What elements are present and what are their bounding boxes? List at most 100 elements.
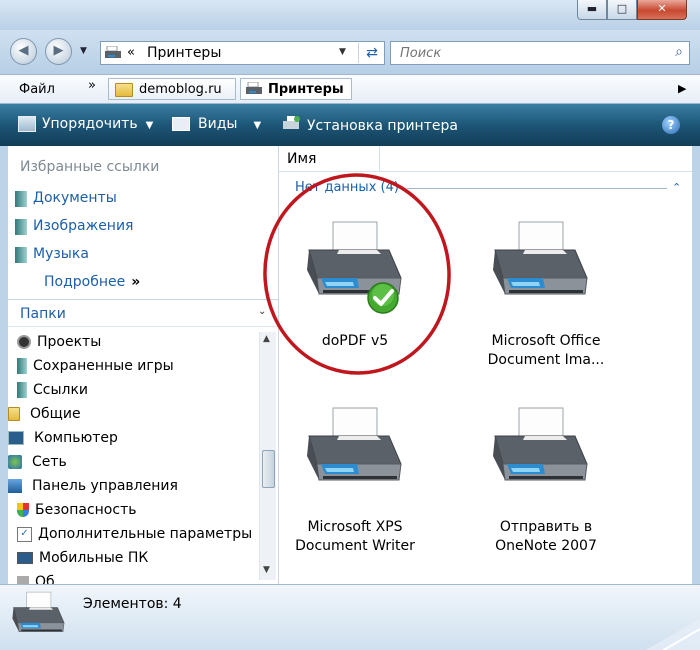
more-label: Подробнее — [44, 274, 126, 290]
tree-item-public[interactable]: Общие — [8, 406, 81, 422]
more-chevron-icon: » — [131, 274, 141, 290]
divider — [8, 326, 278, 327]
minimize-button[interactable]: ▬ — [577, 0, 607, 20]
column-header-bar: Имя — [279, 146, 692, 172]
tab-printers[interactable]: Принтеры — [240, 78, 352, 100]
group-header[interactable]: Нет данных (4) — [295, 180, 399, 195]
scroll-down-icon[interactable]: ▼ — [263, 565, 270, 575]
tree-label: Проекты — [37, 334, 102, 350]
printer-icon — [492, 221, 588, 295]
tree-item-computer[interactable]: Компьютер — [8, 430, 118, 446]
views-button[interactable]: Виды ▼ — [172, 116, 261, 132]
menu-overflow-chevron[interactable]: » — [88, 78, 96, 93]
help-button[interactable]: ? — [662, 116, 680, 134]
address-bar[interactable]: « Принтеры ▼ ⇄ — [100, 41, 385, 65]
organize-label: Упорядочить — [42, 116, 138, 132]
tab-label: Принтеры — [268, 82, 344, 97]
public-folder-icon — [8, 407, 20, 421]
printer-name-line2: OneNote 2007 — [495, 538, 597, 554]
group-divider — [407, 188, 667, 189]
back-arrow-icon: ◀ — [18, 43, 29, 58]
printer-name-line1: doPDF v5 — [321, 333, 389, 349]
shield-icon — [17, 503, 29, 517]
folder-icon — [17, 576, 29, 584]
address-prefix-chevron[interactable]: « — [127, 45, 135, 60]
install-printer-label: Установка принтера — [307, 118, 458, 134]
address-row: ◀ ▶ ▼ « Принтеры ▼ ⇄ ⌕ — [0, 30, 700, 74]
tree-item-advanced-settings[interactable]: ✓ Дополнительные параметры — [17, 526, 252, 542]
tree-item-partial[interactable]: Об — [17, 574, 55, 584]
tree-label: Ссылки — [33, 382, 89, 398]
tab-demoblog[interactable]: demoblog.ru — [108, 78, 236, 100]
column-name-label: Имя — [287, 151, 317, 167]
install-printer-button[interactable]: Установка принтера — [283, 116, 458, 136]
pictures-icon — [15, 218, 27, 235]
explorer-window: ▬ □ ✕ ◀ ▶ ▼ « Принтеры ▼ ⇄ ⌕ Файл » demo… — [0, 0, 700, 650]
organize-icon — [18, 116, 36, 132]
tree-item-security[interactable]: Безопасность — [17, 502, 136, 518]
title-bar: ▬ □ ✕ — [0, 0, 700, 30]
group-collapse-icon[interactable]: ⌃ — [672, 181, 681, 194]
tree-label: Компьютер — [34, 430, 118, 446]
forward-button[interactable]: ▶ — [45, 38, 72, 65]
minimize-icon: ▬ — [586, 2, 598, 15]
folders-header-bar[interactable]: Папки ⌄ — [8, 300, 278, 326]
printer-item-onenote[interactable]: Отправить в OneNote 2007 — [469, 402, 669, 562]
clock-folder-icon — [17, 335, 31, 349]
history-dropdown-icon[interactable]: ▼ — [80, 46, 87, 56]
folders-header: Папки — [20, 306, 66, 322]
menu-file[interactable]: Файл — [19, 82, 55, 97]
mobile-pc-icon — [17, 552, 33, 564]
help-icon: ? — [667, 118, 675, 132]
tree-item-network[interactable]: Сеть — [8, 454, 67, 470]
column-header-name[interactable]: Имя — [279, 146, 380, 171]
tree-item-saved-games[interactable]: Сохраненные игры — [17, 358, 174, 374]
tree-item-mobile-pc[interactable]: Мобильные ПК — [17, 550, 148, 566]
address-path[interactable]: Принтеры — [147, 45, 221, 61]
favorite-link-music[interactable]: Музыка — [15, 246, 89, 263]
favorite-label: Документы — [33, 190, 117, 206]
printer-item-office-imaging[interactable]: Microsoft Office Document Ima... — [469, 216, 669, 376]
printer-label: Microsoft Office Document Ima... — [476, 332, 616, 370]
printer-icon — [306, 407, 402, 481]
favorites-more-link[interactable]: Подробнее » — [44, 274, 140, 290]
printer-folder-icon — [105, 45, 121, 64]
tree-item-control-panel[interactable]: Панель управления — [8, 478, 178, 494]
scroll-up-icon[interactable]: ▲ — [263, 334, 270, 344]
printer-name-line1: Отправить в — [499, 519, 593, 535]
favorites-header: Избранные ссылки — [20, 159, 160, 175]
tree-item-links[interactable]: Ссылки — [17, 382, 88, 398]
printer-name-line1: Microsoft XPS — [307, 519, 403, 535]
resize-grip-icon[interactable] — [640, 615, 700, 650]
links-icon — [17, 382, 27, 398]
organize-button[interactable]: Упорядочить ▼ — [18, 116, 153, 132]
computer-icon — [8, 431, 24, 445]
tree-label: Общие — [30, 406, 81, 422]
menu-bar: Файл » demoblog.ru Принтеры ▶ — [0, 74, 700, 104]
tree-label: Сохраненные игры — [33, 358, 174, 374]
back-button[interactable]: ◀ — [10, 38, 37, 65]
folder-icon — [115, 83, 133, 97]
close-button[interactable]: ✕ — [637, 0, 687, 20]
tree-label: Панель управления — [32, 478, 178, 494]
tree-item-projects[interactable]: Проекты — [17, 334, 101, 350]
printer-name-line2: Document Writer — [295, 538, 415, 554]
printer-item-dopdf[interactable]: doPDF v5 — [279, 216, 479, 366]
search-input[interactable] — [398, 45, 662, 62]
search-icon[interactable]: ⌕ — [675, 44, 683, 60]
search-box[interactable]: ⌕ — [390, 41, 690, 65]
maximize-button[interactable]: □ — [607, 0, 637, 20]
address-dropdown-icon[interactable]: ▼ — [339, 47, 346, 57]
printer-label: Отправить в OneNote 2007 — [476, 518, 616, 556]
tree-scrollbar[interactable]: ▲ ▼ — [259, 332, 276, 580]
favorite-link-pictures[interactable]: Изображения — [15, 218, 133, 235]
views-label: Виды — [198, 116, 238, 132]
refresh-icon[interactable]: ⇄ — [358, 43, 385, 63]
folders-collapse-icon[interactable]: ⌄ — [258, 306, 266, 317]
scrollbar-thumb[interactable] — [262, 450, 275, 488]
favorite-link-documents[interactable]: Документы — [15, 190, 117, 207]
printer-item-xps-writer[interactable]: Microsoft XPS Document Writer — [279, 402, 479, 562]
favorite-label: Музыка — [33, 246, 89, 262]
tabs-scroll-right-icon[interactable]: ▶ — [678, 82, 686, 95]
tree-label: Мобильные ПК — [39, 550, 149, 566]
